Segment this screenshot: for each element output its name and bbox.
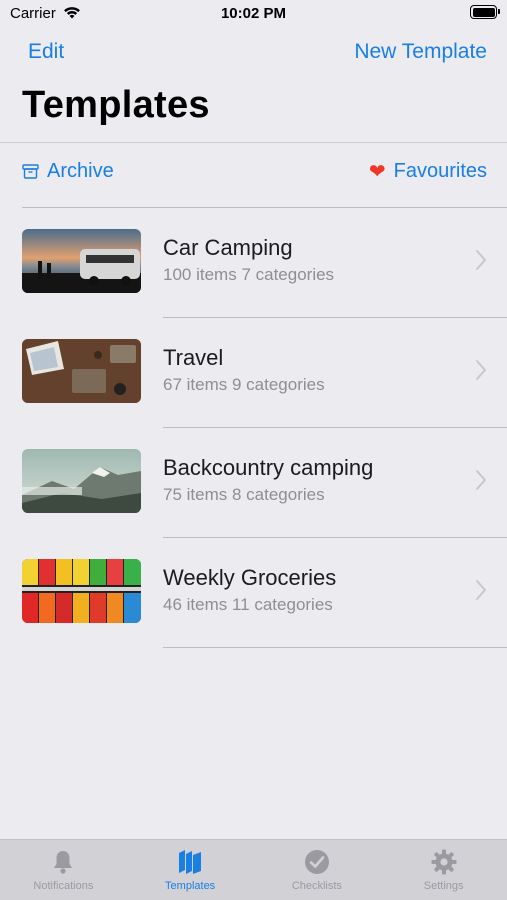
heart-icon: ❤ xyxy=(368,160,386,183)
tab-label: Settings xyxy=(423,880,464,892)
archive-label: Archive xyxy=(47,159,114,182)
chevron-right-icon xyxy=(476,250,486,270)
tab-label: Templates xyxy=(165,880,216,892)
template-thumbnail xyxy=(22,449,141,513)
template-stats: 67 items 9 categories xyxy=(163,375,325,394)
template-title: Weekly Groceries xyxy=(163,565,337,590)
checkmark-circle-icon xyxy=(304,850,329,874)
divider xyxy=(163,647,507,648)
battery-icon xyxy=(470,5,500,19)
template-title: Car Camping xyxy=(163,235,293,260)
template-row-backcountry-camping[interactable]: Backcountry camping 75 items 8 categorie… xyxy=(0,428,507,538)
favourites-button[interactable]: ❤ Favourites xyxy=(369,157,487,185)
divider xyxy=(0,142,507,143)
chevron-right-icon xyxy=(476,580,486,600)
template-row-car-camping[interactable]: Car Camping 100 items 7 categories xyxy=(0,208,507,318)
status-bar: Carrier 10:02 PM xyxy=(0,0,507,28)
chevron-right-icon xyxy=(476,470,486,490)
tab-bar: Notifications Templates Checklists Setti… xyxy=(0,839,507,900)
tab-templates[interactable]: Templates xyxy=(127,840,254,900)
tab-label: Checklists xyxy=(291,880,342,892)
tab-notifications[interactable]: Notifications xyxy=(0,840,127,900)
template-title: Backcountry camping xyxy=(163,455,374,480)
tab-settings[interactable]: Settings xyxy=(380,840,507,900)
archive-box-icon xyxy=(22,163,39,179)
tab-label: Notifications xyxy=(33,880,94,892)
stack-icon xyxy=(179,850,202,874)
gear-icon xyxy=(431,849,457,875)
template-stats: 46 items 11 categories xyxy=(163,595,333,614)
archive-button[interactable]: Archive xyxy=(22,157,114,185)
clock: 10:02 PM xyxy=(220,5,287,22)
edit-button[interactable]: Edit xyxy=(28,40,64,64)
template-stats: 75 items 8 categories xyxy=(163,485,325,504)
chevron-right-icon xyxy=(476,360,486,380)
favourites-label: Favourites xyxy=(393,159,487,182)
template-stats: 100 items 7 categories xyxy=(163,265,335,284)
new-template-button[interactable]: New Template xyxy=(354,40,487,64)
tab-checklists[interactable]: Checklists xyxy=(254,840,381,900)
template-title: Travel xyxy=(163,345,224,370)
page-title: Templates xyxy=(22,84,210,126)
template-row-weekly-groceries[interactable]: Weekly Groceries 46 items 11 categories xyxy=(0,538,507,648)
template-thumbnail xyxy=(22,559,141,623)
template-row-travel[interactable]: Travel 67 items 9 categories xyxy=(0,318,507,428)
template-list: Car Camping 100 items 7 categories Trave… xyxy=(0,208,507,648)
bell-icon xyxy=(54,851,73,874)
template-thumbnail xyxy=(22,339,141,403)
template-thumbnail xyxy=(22,229,141,293)
